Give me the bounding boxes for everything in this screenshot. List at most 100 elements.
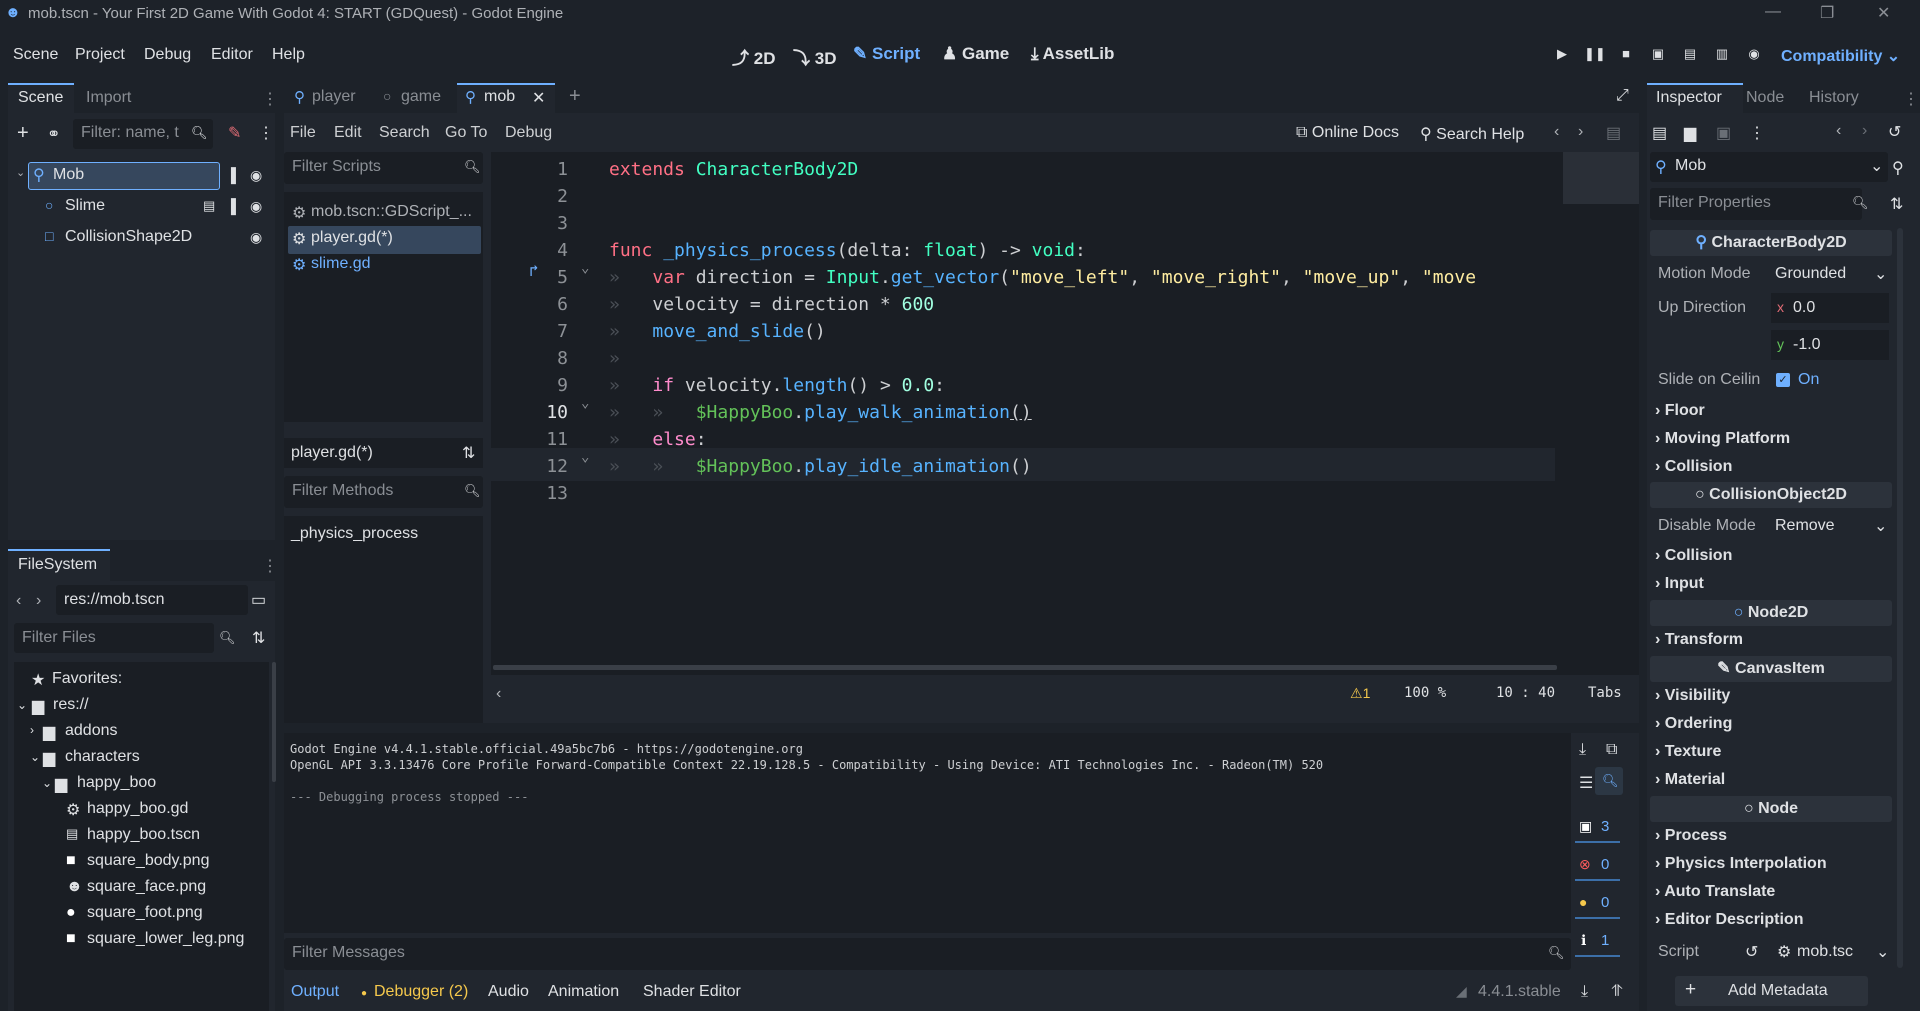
section-collision[interactable]: › Collision [1655,458,1732,476]
filter-messages-toggle[interactable]: ▣ 3 [1575,813,1620,843]
close-tab-icon[interactable]: ✕ [532,88,545,108]
filter-errors-toggle[interactable]: ⊗ 0 [1575,851,1620,881]
up-direction-y-field[interactable]: y -1.0 [1771,330,1889,360]
prev-script-icon[interactable]: ‹ [1554,123,1559,141]
online-docs-button[interactable]: ⧉ Online Docs [1296,124,1399,142]
link-icon[interactable]: ⚭ [47,124,60,144]
fs-characters[interactable]: characters [65,748,140,766]
section-collisionobject2d[interactable]: ○ CollisionObject2D [1650,482,1892,508]
play-custom-scene-icon[interactable]: ▥ [1712,46,1732,66]
scene-menu-icon[interactable]: ⋮ [258,123,274,143]
section-node[interactable]: ○ Node [1650,796,1892,822]
workspace-script-button[interactable]: ✎ Script [853,44,920,64]
tab-history[interactable]: History [1809,89,1859,107]
add-node-icon[interactable]: + [17,122,29,145]
instance-icon[interactable]: ▤ [203,198,215,214]
script-menu-search[interactable]: Search [379,124,430,142]
expand-panel-icon[interactable]: ⥣ [1611,983,1623,1001]
visibility-eye-icon[interactable]: ◉ [250,229,262,246]
chevron-down-icon[interactable]: ⌄ [42,776,52,790]
section-moving-platform[interactable]: › Moving Platform [1655,430,1790,448]
pause-icon[interactable]: ❚❚ [1584,46,1606,66]
section-collision-2[interactable]: › Collision [1655,547,1732,565]
section-characterbody2d[interactable]: ⚲ CharacterBody2D [1650,230,1892,256]
section-physics-interpolation[interactable]: › Physics Interpolation [1655,855,1827,873]
collapse-messages-icon[interactable]: ☰ [1579,773,1593,793]
tree-node-mob[interactable]: Mob [53,166,84,184]
filter-info-toggle[interactable]: ℹ 1 [1575,927,1620,957]
section-process[interactable]: › Process [1655,827,1727,845]
script-icon[interactable]: ▐ [226,198,236,214]
script-item-player[interactable]: player.gd(*) [311,229,393,247]
next-script-icon[interactable]: › [1578,123,1583,141]
method-physics-process[interactable]: _physics_process [291,525,418,543]
history-icon[interactable]: ↺ [1888,122,1901,142]
dock-menu-icon[interactable]: ⋮ [262,89,278,109]
indent-mode[interactable]: Tabs [1588,685,1622,701]
bottom-tab-debugger[interactable]: Debugger (2) [374,983,468,1001]
workspace-2d-button[interactable]: ⤴ 2D [732,44,775,69]
motion-mode-select[interactable]: Grounded ⌄ [1771,260,1889,288]
add-scene-tab-icon[interactable]: + [569,85,581,108]
zoom-level[interactable]: 100 % [1404,685,1446,701]
section-texture[interactable]: › Texture [1655,743,1721,761]
fold-chevron-icon[interactable]: ⌄ [581,449,589,465]
fs-res[interactable]: res:// [53,696,89,714]
tab-filesystem[interactable]: FileSystem [18,556,97,574]
search-icon[interactable]: 🔍︎ [1602,773,1619,789]
visibility-eye-icon[interactable]: ◉ [250,167,262,184]
menu-help[interactable]: Help [272,46,305,64]
fs-happy-boo[interactable]: happy_boo [77,774,156,792]
copy-icon[interactable]: ⧉ [1606,741,1617,759]
slide-on-ceiling-checkbox[interactable]: ✓ On [1776,371,1846,391]
code-editor[interactable]: 1 2 3 4 5 6 7 8 9 10 11 12 13 ↱ ⌄ ⌄ ⌄ extends Charac… [491,152,1639,675]
menu-scene[interactable]: Scene [13,46,58,64]
chevron-down-icon[interactable]: ⌄ [30,750,40,764]
more-options-icon[interactable]: ⋮ [1749,123,1765,143]
scene-tab-player[interactable]: player [312,88,356,106]
filter-files-input[interactable]: Filter Files [14,623,214,653]
menu-project[interactable]: Project [75,46,125,64]
script-menu-edit[interactable]: Edit [334,124,362,142]
back-icon[interactable]: ‹ [16,592,21,610]
disable-mode-select[interactable]: Remove ⌄ [1771,512,1889,540]
section-auto-translate[interactable]: › Auto Translate [1655,883,1775,901]
version-label[interactable]: 4.4.1.stable [1478,983,1561,1001]
section-canvasitem[interactable]: ✎ CanvasItem [1650,656,1892,682]
visibility-eye-icon[interactable]: ◉ [250,198,262,215]
workspace-3d-button[interactable]: ⤵ 3D [793,44,836,69]
script-menu-goto[interactable]: Go To [445,124,487,142]
section-ordering[interactable]: › Ordering [1655,715,1732,733]
scene-tab-mob[interactable]: mob [484,88,515,106]
back-icon[interactable]: ‹ [1836,122,1841,140]
up-direction-x-field[interactable]: x 0.0 [1771,293,1889,323]
sort-methods-icon[interactable]: ⇅ [462,443,475,463]
script-item-slime[interactable]: slime.gd [311,255,371,273]
pin-icon[interactable]: ⤓ [1579,741,1586,759]
toggle-panel-icon[interactable]: ▤ [1606,123,1621,143]
movie-maker-icon[interactable]: ◉ [1744,46,1764,66]
workspace-game-button[interactable]: ♟ Game [942,44,1009,64]
bottom-tab-animation[interactable]: Animation [548,983,619,1001]
restore-icon[interactable]: ❐ [1820,3,1834,23]
new-resource-icon[interactable]: ▤ [1652,123,1667,143]
filter-methods-input[interactable]: Filter Methods [284,476,483,508]
collapse-chevron-icon[interactable]: ⌄ [16,166,25,179]
filter-scripts-input[interactable]: Filter Scripts [284,152,483,184]
section-input[interactable]: › Input [1655,575,1704,593]
fs-addons[interactable]: addons [65,722,118,740]
distraction-free-icon[interactable]: ⤢ [1616,87,1629,105]
script-icon[interactable]: ▐ [226,167,236,183]
bottom-tab-shader-editor[interactable]: Shader Editor [643,983,741,1001]
menu-editor[interactable]: Editor [211,46,253,64]
filter-messages-input[interactable]: Filter Messages [284,938,1571,970]
section-visibility[interactable]: › Visibility [1655,687,1730,705]
section-floor[interactable]: › Floor [1655,402,1705,420]
dock-menu-icon[interactable]: ⋮ [262,556,278,576]
fold-chevron-icon[interactable]: ⌄ [581,260,589,276]
chevron-right-icon[interactable]: › [30,723,34,737]
tab-inspector[interactable]: Inspector [1656,89,1722,107]
script-menu-debug[interactable]: Debug [505,124,552,142]
stop-icon[interactable]: ■ [1616,46,1636,66]
add-metadata-button[interactable]: + Add Metadata [1675,976,1868,1006]
